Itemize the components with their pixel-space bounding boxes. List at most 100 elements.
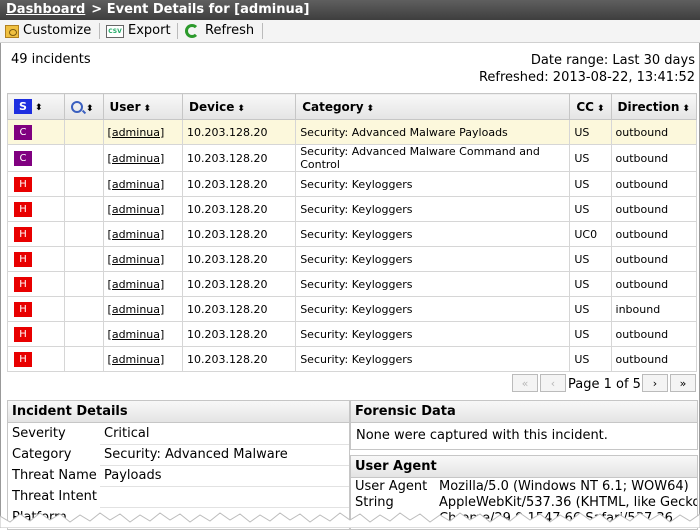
- severity-badge: H: [14, 226, 32, 242]
- last-page-button[interactable]: »: [670, 374, 696, 392]
- sort-arrow-icon: ⬍: [86, 103, 94, 114]
- severity-cell: H: [6, 271, 66, 297]
- incidents-table-body: C [adminua] 10.203.128.20 Security: Advance…: [6, 119, 698, 372]
- user-link[interactable]: [adminua]: [108, 178, 165, 191]
- date-range-info: Date range: Last 30 days Refreshed: 2013…: [479, 52, 695, 86]
- user-link[interactable]: [adminua]: [108, 126, 165, 139]
- export-button[interactable]: CSV Export: [106, 22, 171, 40]
- next-page-button[interactable]: ›: [642, 374, 668, 392]
- cc-cell: US: [569, 346, 612, 372]
- device-cell: 10.203.128.20: [182, 321, 297, 347]
- table-row[interactable]: H [adminua] 10.203.128.20 Security: Keylogg…: [6, 171, 698, 197]
- device-cell: 10.203.128.20: [182, 271, 297, 297]
- direction-cell: outbound: [610, 246, 698, 272]
- export-label: Export: [128, 23, 171, 38]
- user-cell: [adminua]: [102, 271, 184, 297]
- table-row[interactable]: H [adminua] 10.203.128.20 Security: Keylogg…: [6, 221, 698, 247]
- table-row[interactable]: H [adminua] 10.203.128.20 Security: Keylogg…: [6, 296, 698, 322]
- user-cell: [adminua]: [102, 171, 184, 197]
- detail-value: Critical: [104, 426, 150, 441]
- column-header-device[interactable]: Device ⬍: [182, 93, 297, 120]
- search-cell: [64, 171, 104, 197]
- category-cell: Security: Advanced Malware Payloads: [295, 119, 571, 145]
- search-cell: [64, 321, 104, 347]
- user-agent-label: User Agent String: [355, 479, 428, 510]
- toolbar: Customize CSV Export Refresh: [0, 20, 700, 43]
- column-header-search[interactable]: ⬍: [64, 93, 104, 120]
- category-cell: Security: Keyloggers: [295, 346, 571, 372]
- user-link[interactable]: [adminua]: [108, 353, 165, 366]
- search-cell: [64, 346, 104, 372]
- device-cell: 10.203.128.20: [182, 246, 297, 272]
- category-cell: Security: Keyloggers: [295, 321, 571, 347]
- table-row[interactable]: C [adminua] 10.203.128.20 Security: Advance…: [6, 119, 698, 145]
- breadcrumb-dashboard-link[interactable]: Dashboard: [6, 2, 85, 17]
- user-link[interactable]: [adminua]: [108, 228, 165, 241]
- direction-cell: outbound: [610, 221, 698, 247]
- user-cell: [adminua]: [102, 296, 184, 322]
- column-header-severity[interactable]: S ⬍: [6, 93, 66, 120]
- sort-arrow-icon: ⬍: [143, 103, 152, 114]
- severity-badge: H: [14, 276, 32, 292]
- severity-badge: C: [14, 124, 32, 140]
- search-cell: [64, 221, 104, 247]
- severity-cell: C: [6, 144, 66, 172]
- forensic-data-message: None were captured with this incident.: [356, 428, 608, 443]
- severity-cell: H: [6, 221, 66, 247]
- direction-cell: outbound: [610, 321, 698, 347]
- user-cell: [adminua]: [102, 246, 184, 272]
- cc-cell: US: [569, 119, 612, 145]
- incidents-table: S ⬍ ⬍ User ⬍ Device ⬍ Category ⬍ CC ⬍ Directi…: [6, 93, 698, 372]
- column-header-cc[interactable]: CC ⬍: [569, 93, 612, 120]
- page-title: > Event Details for [adminua]: [91, 2, 310, 17]
- cc-cell: UC0: [569, 221, 612, 247]
- csv-export-icon: CSV: [106, 24, 124, 38]
- detail-label: Threat Intent: [12, 489, 97, 504]
- column-header-direction[interactable]: Direction ⬍: [610, 93, 698, 120]
- sort-arrow-icon: ⬍: [682, 103, 690, 114]
- severity-cell: H: [6, 321, 66, 347]
- table-row[interactable]: H [adminua] 10.203.128.20 Security: Keylogg…: [6, 346, 698, 372]
- severity-cell: H: [6, 296, 66, 322]
- user-link[interactable]: [adminua]: [108, 253, 165, 266]
- severity-badge: H: [14, 351, 32, 367]
- device-cell: 10.203.128.20: [182, 171, 297, 197]
- severity-badge: C: [14, 150, 32, 166]
- customize-button[interactable]: Customize: [5, 22, 91, 40]
- column-header-category[interactable]: Category ⬍: [295, 93, 571, 120]
- previous-page-button[interactable]: ‹: [540, 374, 566, 392]
- detail-label: Category: [12, 447, 72, 462]
- category-cell: Security: Keyloggers: [295, 221, 571, 247]
- page-indicator: Page 1 of 5: [568, 376, 641, 392]
- user-agent-title: User Agent: [351, 456, 697, 478]
- category-cell: Security: Advanced Malware Command and C…: [295, 144, 571, 172]
- first-page-button[interactable]: «: [512, 374, 538, 392]
- search-cell: [64, 196, 104, 222]
- cc-cell: US: [569, 196, 612, 222]
- forensic-data-title: Forensic Data: [351, 401, 697, 423]
- user-link[interactable]: [adminua]: [108, 152, 165, 165]
- user-cell: [adminua]: [102, 221, 184, 247]
- user-link[interactable]: [adminua]: [108, 203, 165, 216]
- table-row[interactable]: H [adminua] 10.203.128.20 Security: Keylogg…: [6, 196, 698, 222]
- refresh-icon: [185, 24, 199, 38]
- device-cell: 10.203.128.20: [182, 221, 297, 247]
- refresh-button[interactable]: Refresh: [185, 22, 254, 40]
- toolbar-separator: [99, 23, 100, 39]
- table-row[interactable]: H [adminua] 10.203.128.20 Security: Keylogg…: [6, 321, 698, 347]
- table-row[interactable]: C [adminua] 10.203.128.20 Security: Advance…: [6, 144, 698, 172]
- sort-arrow-icon: ⬍: [237, 103, 245, 114]
- severity-badge: H: [14, 201, 32, 217]
- sort-arrow-icon: ⬍: [35, 103, 43, 113]
- user-link[interactable]: [adminua]: [108, 278, 165, 291]
- user-cell: [adminua]: [102, 321, 184, 347]
- direction-cell: outbound: [610, 346, 698, 372]
- user-link[interactable]: [adminua]: [108, 303, 165, 316]
- column-header-user[interactable]: User ⬍: [102, 93, 184, 120]
- table-row[interactable]: H [adminua] 10.203.128.20 Security: Keylogg…: [6, 246, 698, 272]
- severity-badge: H: [14, 326, 32, 342]
- user-link[interactable]: [adminua]: [108, 328, 165, 341]
- table-row[interactable]: H [adminua] 10.203.128.20 Security: Keylogg…: [6, 271, 698, 297]
- severity-cell: H: [6, 346, 66, 372]
- user-cell: [adminua]: [102, 346, 184, 372]
